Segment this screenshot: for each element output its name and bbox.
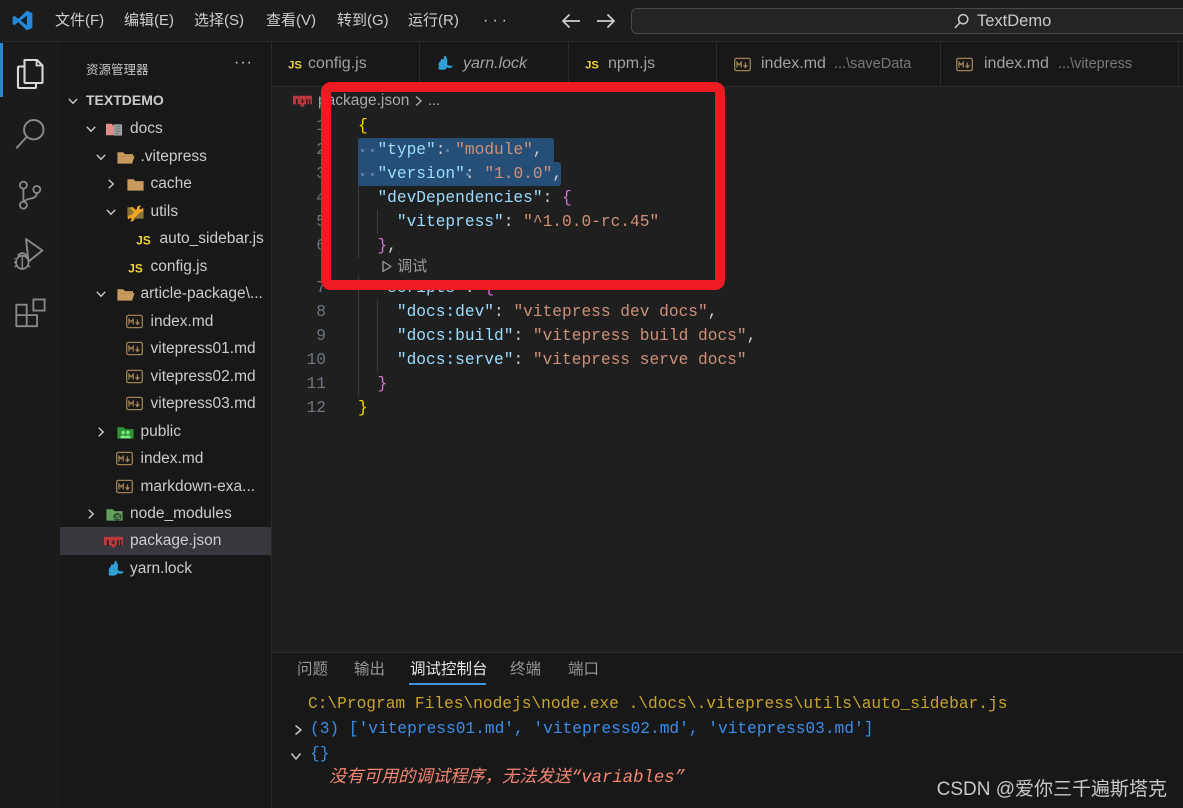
- svg-text:JS: JS: [128, 261, 143, 275]
- svg-text:JS: JS: [136, 233, 151, 247]
- svg-text:JS: JS: [288, 60, 302, 72]
- svg-text:JS: JS: [585, 60, 599, 72]
- svg-text:JS: JS: [114, 515, 121, 521]
